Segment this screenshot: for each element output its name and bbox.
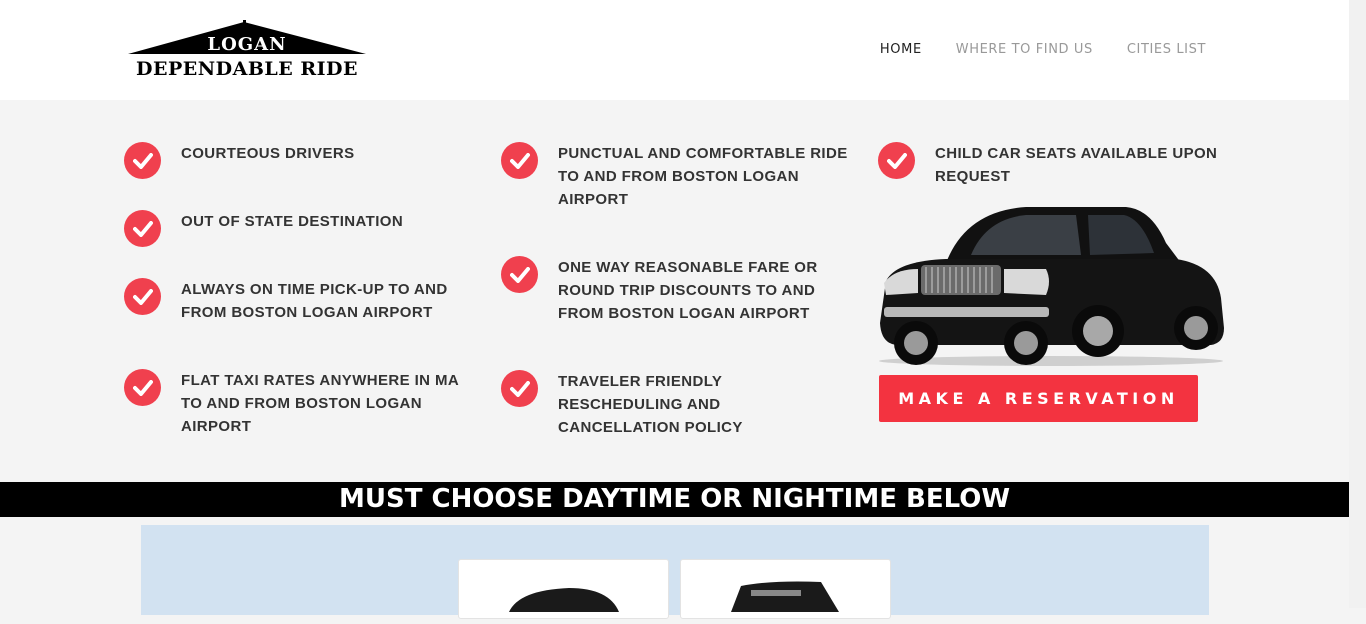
feature-text: CHILD CAR SEATS AVAILABLE UPON REQUEST	[935, 145, 1218, 185]
feature-item: CHILD CAR SEATS AVAILABLE UPON REQUEST	[878, 142, 1228, 188]
feature-item: OUT OF STATE DESTINATION	[124, 210, 474, 247]
feature-text: COURTEOUS DRIVERS	[181, 145, 355, 162]
page-scrollbar[interactable]	[1349, 0, 1366, 608]
nav-where-to-find-us[interactable]: WHERE TO FIND US	[956, 42, 1093, 57]
logo[interactable]: LOGAN DEPENDABLE RIDE	[128, 20, 366, 82]
feature-item: ALWAYS ON TIME PICK-UP TO AND FROM BOSTO…	[124, 278, 474, 324]
logo-top-text: LOGAN	[207, 34, 287, 55]
daytime-option-card[interactable]	[458, 559, 669, 619]
feature-text: ALWAYS ON TIME PICK-UP TO AND FROM BOSTO…	[181, 281, 448, 321]
feature-text: FLAT TAXI RATES ANYWHERE IN MA TO AND FR…	[181, 372, 459, 435]
check-circle-icon	[124, 369, 161, 406]
feature-text: PUNCTUAL AND COMFORTABLE RIDE TO AND FRO…	[558, 145, 848, 208]
make-reservation-button[interactable]: MAKE A RESERVATION	[879, 375, 1198, 422]
daytime-nightime-banner: MUST CHOOSE DAYTIME OR NIGHTIME BELOW	[0, 482, 1349, 517]
check-circle-icon	[501, 142, 538, 179]
feature-item: TRAVELER FRIENDLY RESCHEDULING AND CANCE…	[501, 370, 851, 439]
feature-text: TRAVELER FRIENDLY RESCHEDULING AND CANCE…	[558, 373, 743, 436]
feature-item: FLAT TAXI RATES ANYWHERE IN MA TO AND FR…	[124, 369, 474, 438]
main-nav: HOME WHERE TO FIND US CITIES LIST	[846, 42, 1206, 57]
nighttime-option-card[interactable]	[680, 559, 891, 619]
check-circle-icon	[124, 278, 161, 315]
nav-home[interactable]: HOME	[880, 42, 922, 57]
feature-item: PUNCTUAL AND COMFORTABLE RIDE TO AND FRO…	[501, 142, 851, 211]
feature-item: COURTEOUS DRIVERS	[124, 142, 474, 179]
feature-item: ONE WAY REASONABLE FARE OR ROUND TRIP DI…	[501, 256, 851, 325]
feature-text: ONE WAY REASONABLE FARE OR ROUND TRIP DI…	[558, 259, 818, 322]
town-car-image	[879, 207, 1224, 366]
sedan-image	[509, 588, 619, 612]
check-circle-icon	[501, 370, 538, 407]
check-circle-icon	[124, 142, 161, 179]
nav-cities-list[interactable]: CITIES LIST	[1127, 42, 1206, 57]
suv-image	[731, 581, 839, 612]
check-circle-icon	[124, 210, 161, 247]
logo-bottom-text: DEPENDABLE RIDE	[136, 58, 358, 80]
vehicle-choice-panel	[141, 525, 1209, 619]
site-header: LOGAN DEPENDABLE RIDE HOME WHERE TO FIND…	[0, 0, 1366, 100]
check-circle-icon	[501, 256, 538, 293]
check-circle-icon	[878, 142, 915, 179]
feature-text: OUT OF STATE DESTINATION	[181, 213, 404, 230]
